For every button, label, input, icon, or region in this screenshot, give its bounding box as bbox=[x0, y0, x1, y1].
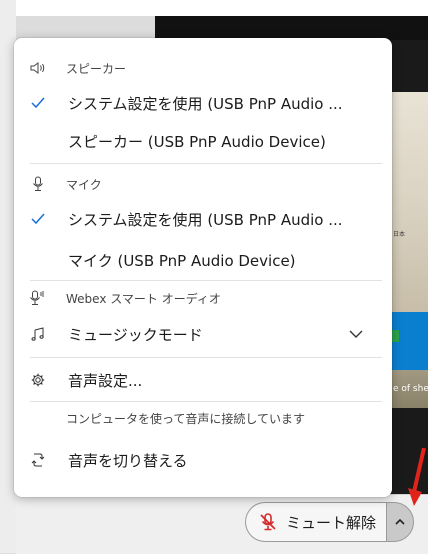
chevron-down-icon bbox=[349, 330, 363, 338]
audio-options-toggle[interactable] bbox=[386, 502, 415, 542]
mic-off-icon bbox=[260, 513, 276, 531]
smart-audio-section-title: Webex スマート オーディオ bbox=[66, 291, 221, 306]
switch-audio-item[interactable]: 音声を切り替える bbox=[14, 448, 392, 472]
slide-band-text: e of she bbox=[393, 384, 428, 394]
red-arrow-annotation bbox=[408, 448, 426, 506]
menu-divider bbox=[30, 401, 382, 402]
microphone-icon bbox=[30, 176, 46, 192]
menu-divider bbox=[30, 357, 382, 358]
audio-settings-item[interactable]: 音声設定... bbox=[14, 368, 392, 392]
smart-audio-section-header: Webex スマート オーディオ bbox=[14, 288, 392, 308]
mic-option-system-label: システム設定を使用 (USB PnP Audio ... bbox=[68, 210, 343, 229]
speaker-option-device[interactable]: スピーカー (USB PnP Audio Device) bbox=[14, 129, 392, 153]
switch-audio-icon bbox=[30, 452, 46, 468]
speaker-icon bbox=[30, 60, 46, 76]
music-mode-label: ミュージックモード bbox=[68, 325, 203, 344]
speaker-section-header: スピーカー bbox=[14, 58, 392, 78]
connection-info: コンピュータを使って音声に接続しています bbox=[14, 408, 392, 428]
unmute-control: ミュート解除 bbox=[245, 502, 415, 542]
mic-option-system[interactable]: システム設定を使用 (USB PnP Audio ... bbox=[14, 207, 392, 231]
menu-divider bbox=[30, 163, 382, 164]
shared-slide: 日本 e of she bbox=[391, 92, 428, 408]
checkmark-icon bbox=[30, 95, 46, 111]
window-top-area bbox=[0, 0, 428, 16]
connection-info-text: コンピュータを使って音声に接続しています bbox=[66, 411, 306, 426]
video-top-bar bbox=[155, 16, 428, 40]
speaker-option-system-label: システム設定を使用 (USB PnP Audio ... bbox=[68, 94, 343, 113]
audio-settings-label: 音声設定... bbox=[68, 371, 143, 390]
slide-green-mark bbox=[391, 330, 399, 342]
menu-divider bbox=[30, 280, 382, 281]
smart-audio-icon bbox=[30, 290, 46, 306]
mic-option-device-label: マイク (USB PnP Audio Device) bbox=[68, 251, 296, 270]
slide-logo-text: 日本 bbox=[393, 231, 406, 238]
audio-options-menu: スピーカー システム設定を使用 (USB PnP Audio ... スピーカー… bbox=[14, 38, 392, 497]
mic-option-device[interactable]: マイク (USB PnP Audio Device) bbox=[14, 248, 392, 272]
gear-icon bbox=[30, 372, 46, 388]
speaker-option-system[interactable]: システム設定を使用 (USB PnP Audio ... bbox=[14, 91, 392, 115]
music-note-icon bbox=[30, 326, 46, 342]
music-mode-select[interactable]: ミュージックモード bbox=[14, 322, 392, 346]
unmute-label: ミュート解除 bbox=[286, 513, 377, 532]
mic-section-title: マイク bbox=[66, 177, 102, 192]
speaker-section-title: スピーカー bbox=[66, 61, 127, 76]
checkmark-icon bbox=[30, 211, 46, 227]
unmute-button[interactable]: ミュート解除 bbox=[245, 502, 387, 542]
speaker-option-device-label: スピーカー (USB PnP Audio Device) bbox=[68, 132, 326, 151]
chevron-up-icon bbox=[395, 518, 405, 525]
mic-section-header: マイク bbox=[14, 174, 392, 194]
switch-audio-label: 音声を切り替える bbox=[68, 451, 188, 470]
